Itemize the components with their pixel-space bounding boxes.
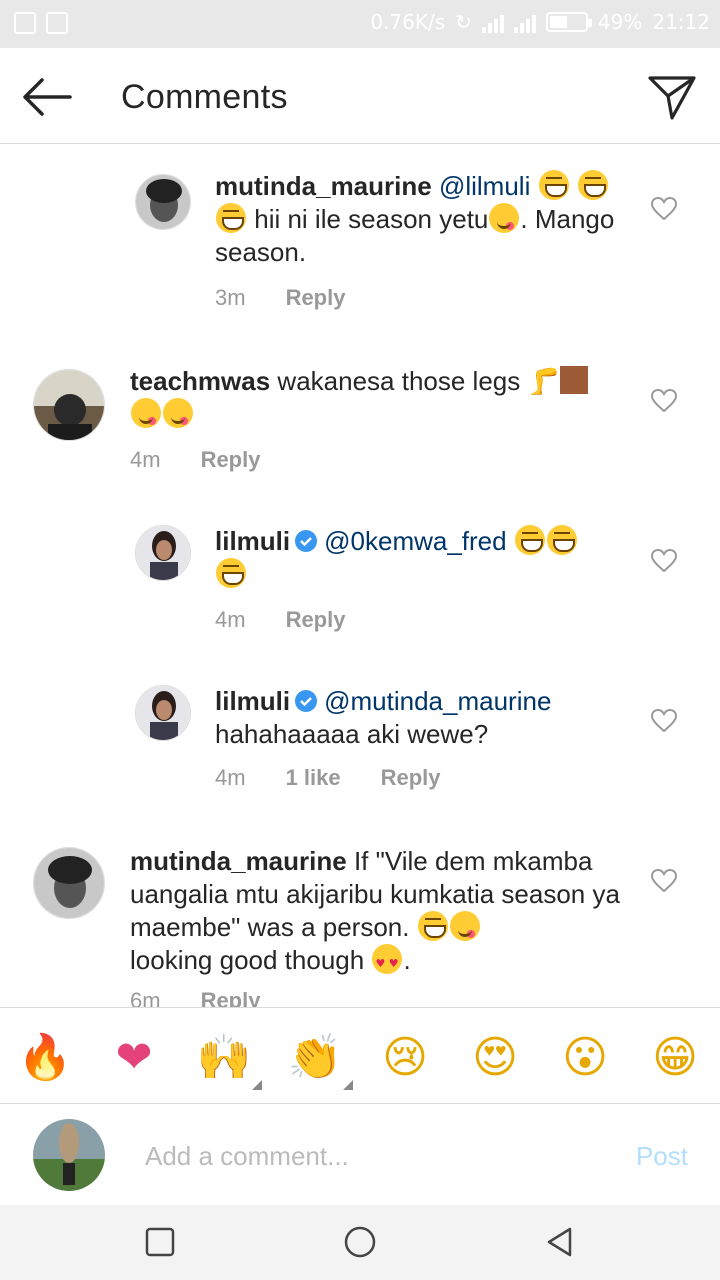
comment-text-3: . xyxy=(403,945,411,975)
heart-eyes-emoji-icon xyxy=(372,944,403,980)
recents-icon[interactable] xyxy=(143,1225,177,1259)
notification-icon xyxy=(14,12,36,34)
my-avatar xyxy=(33,1119,105,1191)
comment-time: 3m xyxy=(215,285,246,310)
grinning-emoji-icon xyxy=(546,525,577,555)
likes-count[interactable]: 1 like xyxy=(286,765,341,791)
screenshot-icon xyxy=(46,12,68,34)
comment-username[interactable]: lilmuli xyxy=(215,526,290,556)
verified-badge-icon xyxy=(295,690,318,712)
skin-tone-icon xyxy=(559,366,588,394)
grinning-emoji-icon xyxy=(417,911,448,941)
comment-text: wakanesa those legs 🦵 xyxy=(277,366,560,396)
comment-time: 4m xyxy=(215,765,246,790)
direct-send-icon[interactable] xyxy=(646,72,698,122)
comments-list[interactable]: mutinda_maurine @lilmuli hii ni ile seas… xyxy=(0,145,720,1007)
like-heart-icon[interactable] xyxy=(650,868,678,894)
network-speed: 0.76K/s xyxy=(370,10,446,34)
avatar[interactable] xyxy=(135,174,191,230)
comment-username[interactable]: lilmuli xyxy=(215,686,290,716)
comment-time: 4m xyxy=(215,607,246,632)
comment-mention[interactable]: @mutinda_maurine xyxy=(324,686,551,716)
grinning-emoji-icon xyxy=(577,170,608,200)
comment-mention[interactable]: @lilmuli xyxy=(439,171,530,201)
crying-emoji-button[interactable]: 😢 xyxy=(375,1028,435,1088)
emoji-quick-bar: 🔥 ❤ 🙌 👏 😢 😍 😮 😁 xyxy=(0,1007,720,1104)
comment-mention[interactable]: @0kemwa_fred xyxy=(324,526,506,556)
signal-icon xyxy=(481,11,504,33)
signal-icon-2 xyxy=(513,11,536,33)
home-icon[interactable] xyxy=(343,1225,377,1259)
reply-button[interactable]: Reply xyxy=(201,447,261,473)
reply-button[interactable]: Reply xyxy=(381,765,441,791)
comment-username[interactable]: teachmwas xyxy=(130,366,270,396)
reply-button[interactable]: Reply xyxy=(201,988,261,1007)
like-heart-icon[interactable] xyxy=(650,388,678,414)
grinning-emoji-button[interactable]: 😁 xyxy=(645,1028,705,1088)
like-heart-icon[interactable] xyxy=(650,708,678,734)
back-icon[interactable] xyxy=(543,1225,577,1259)
yum-emoji-icon xyxy=(131,398,161,428)
heart-eyes-emoji-button[interactable]: 😍 xyxy=(465,1028,525,1088)
verified-badge-icon xyxy=(295,530,318,552)
comment-text-2: looking good though xyxy=(130,945,365,975)
avatar[interactable] xyxy=(33,847,105,919)
comment-time: 4m xyxy=(130,447,161,472)
yum-emoji-icon xyxy=(163,398,193,428)
status-bar: 0.76K/s ↻ 49% 21:12 xyxy=(0,0,720,48)
sync-icon: ↻ xyxy=(455,10,472,34)
clapping-emoji-button[interactable]: 👏 xyxy=(285,1028,353,1090)
grinning-emoji-icon xyxy=(216,558,246,588)
heart-emoji-button[interactable]: ❤ xyxy=(104,1028,164,1088)
winking-tongue-emoji-icon xyxy=(489,203,520,233)
like-heart-icon[interactable] xyxy=(650,548,678,574)
grinning-emoji-icon xyxy=(514,525,545,555)
comment-composer: Post xyxy=(0,1105,720,1205)
comment-input[interactable] xyxy=(145,1135,595,1177)
like-heart-icon[interactable] xyxy=(650,196,678,222)
surprised-emoji-button[interactable]: 😮 xyxy=(555,1028,615,1088)
reply-button[interactable]: Reply xyxy=(286,607,346,633)
battery-icon xyxy=(545,12,592,32)
winking-tongue-emoji-icon xyxy=(449,911,480,941)
reply-button[interactable]: Reply xyxy=(286,285,346,311)
comment-time: 6m xyxy=(130,988,161,1007)
grinning-emoji-icon xyxy=(538,170,569,200)
system-nav-bar xyxy=(0,1205,720,1280)
avatar[interactable] xyxy=(135,685,191,741)
fire-emoji-button[interactable]: 🔥 xyxy=(15,1028,75,1088)
grinning-emoji-icon xyxy=(216,203,246,233)
clock: 21:12 xyxy=(652,10,710,34)
comment-text: hahahaaaaa aki wewe? xyxy=(215,719,489,749)
header: Comments xyxy=(0,48,720,144)
comment-username[interactable]: mutinda_maurine xyxy=(130,846,347,876)
page-title: Comments xyxy=(121,78,288,116)
battery-percent: 49% xyxy=(597,10,643,34)
post-button[interactable]: Post xyxy=(636,1141,688,1172)
back-arrow-icon[interactable] xyxy=(18,72,78,122)
raised-hands-emoji-button[interactable]: 🙌 xyxy=(194,1028,262,1090)
comment-text: hii ni ile season yetu xyxy=(254,204,489,234)
avatar[interactable] xyxy=(135,525,191,581)
avatar[interactable] xyxy=(33,369,105,441)
comment-username[interactable]: mutinda_maurine xyxy=(215,171,432,201)
